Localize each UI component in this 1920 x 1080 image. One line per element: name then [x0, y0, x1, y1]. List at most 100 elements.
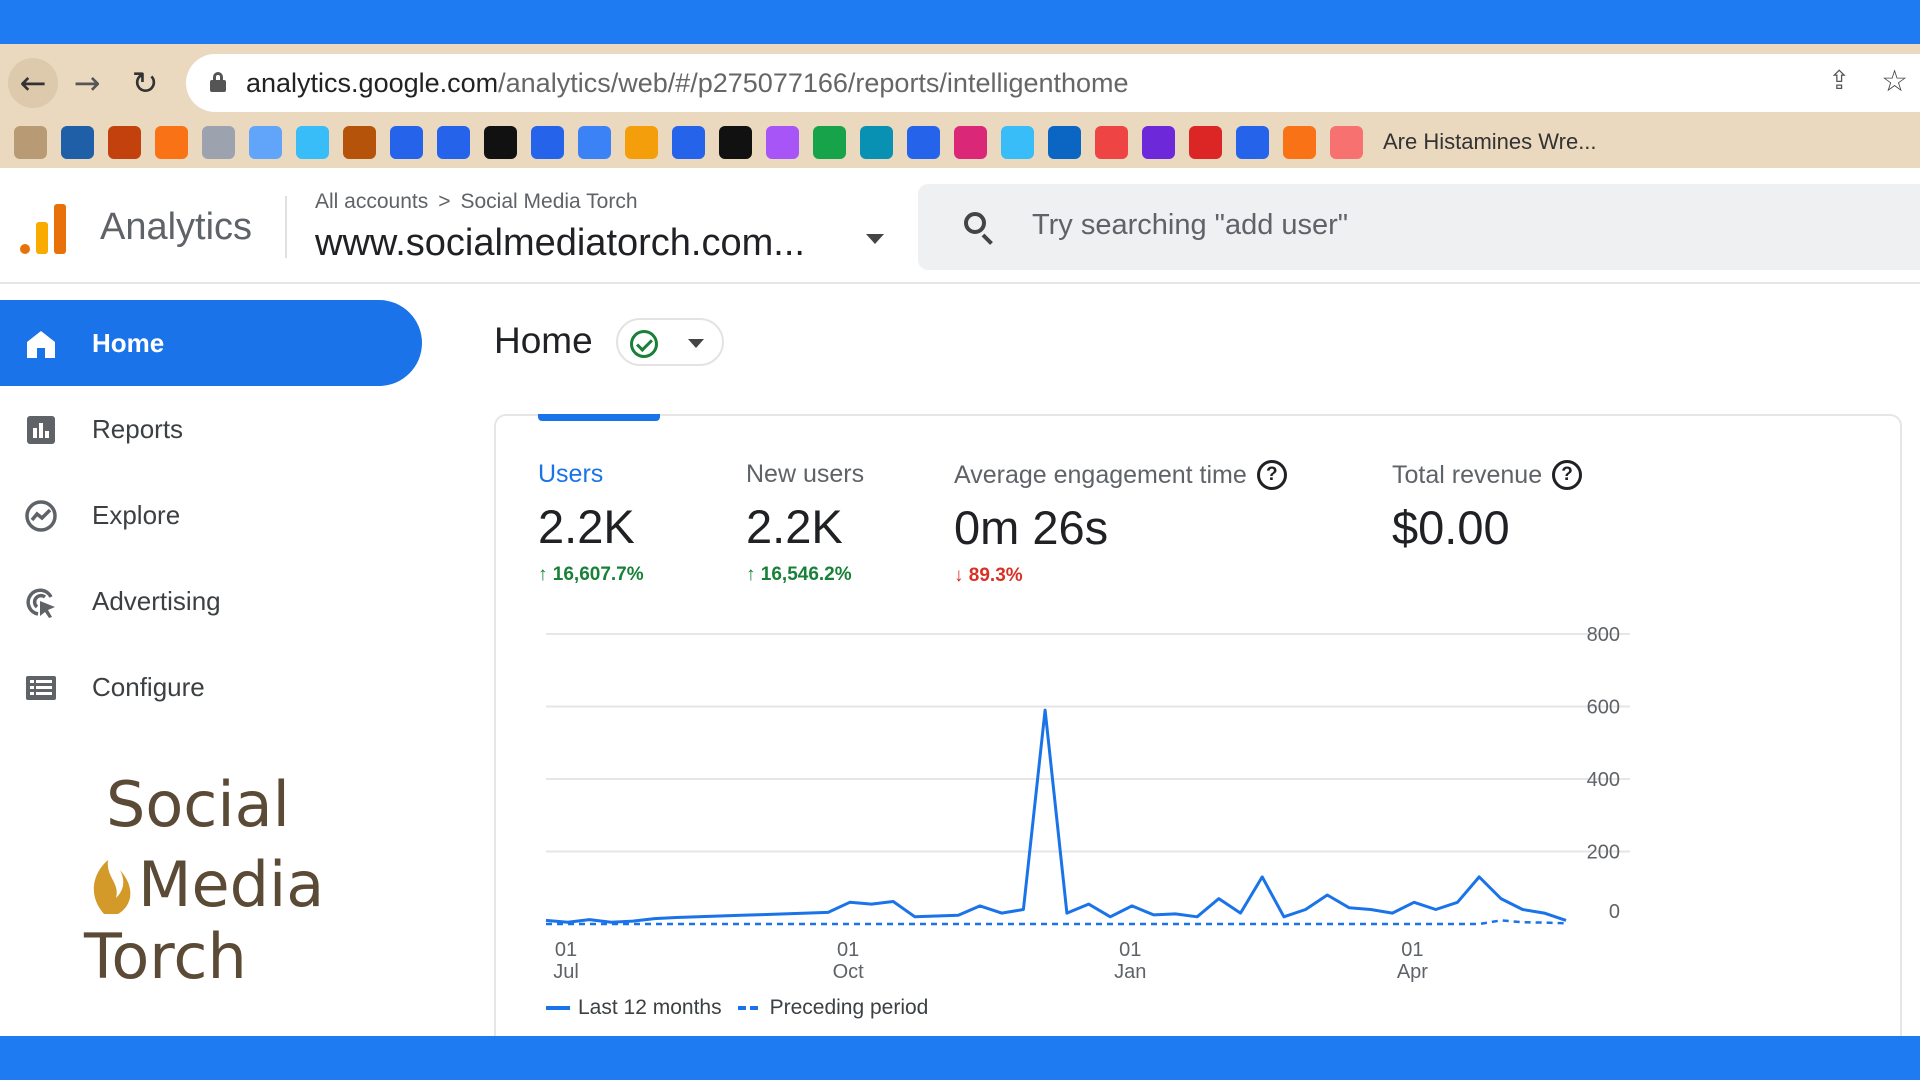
sidebar-item-label: Configure: [92, 672, 205, 702]
data-status-dropdown[interactable]: [616, 318, 724, 366]
bookmark-icon-26[interactable]: [1189, 125, 1222, 159]
bookmark-icon-21[interactable]: [954, 125, 987, 159]
logo-word-media: Media: [138, 848, 324, 921]
url-path: /analytics/web/#/p275077166/reports/inte…: [498, 68, 1129, 98]
x-tick-month: Jan: [1114, 961, 1146, 983]
bookmark-icon-16[interactable]: [719, 125, 752, 159]
arrow-right-icon: →: [73, 64, 101, 102]
sidebar-item-label: Advertising: [92, 586, 221, 616]
y-tick-label: 0: [1609, 901, 1620, 923]
bookmark-icon-5[interactable]: [202, 125, 235, 159]
analytics-logo-icon[interactable]: [20, 204, 66, 254]
bookmark-icon-1[interactable]: [14, 125, 47, 159]
bookmark-icon-19[interactable]: [860, 125, 893, 159]
bookmark-icon-23[interactable]: [1048, 125, 1081, 159]
bookmark-icon-12[interactable]: [531, 125, 564, 159]
logo-word-torch: Torch: [83, 920, 247, 984]
social-media-torch-logo: Social Media Torch: [83, 768, 324, 984]
bookmark-icon-20[interactable]: [907, 125, 940, 159]
bookmark-icon-9[interactable]: [390, 125, 423, 159]
bookmark-icon-27[interactable]: [1236, 125, 1269, 159]
torch-flame-icon: [93, 860, 131, 914]
x-tick-day: 01: [555, 939, 577, 961]
users-line-chart: 020040060080001Jul01Oct01Jan01Apr: [545, 624, 1630, 983]
analytics-header: Analytics All accounts > Social Media Torc…: [0, 168, 1920, 284]
x-tick-day: 01: [1119, 939, 1141, 961]
back-button[interactable]: ←: [8, 58, 58, 108]
bookmark-icon-3[interactable]: [108, 125, 141, 159]
main-content: Home Users 2.2K ↑ 16,607.7% New users 2.…: [440, 284, 1920, 1054]
sidebar-item-configure[interactable]: Configure: [0, 644, 422, 730]
legend-swatch-solid: [546, 1006, 570, 1010]
legend-swatch-dashed: [737, 1006, 762, 1010]
x-tick-month: Oct: [833, 961, 865, 983]
blue-frame-bottom: [0, 1036, 1920, 1080]
bookmark-icon-8[interactable]: [343, 125, 376, 159]
bookmark-icon-29[interactable]: [1330, 125, 1363, 159]
url-host: analytics.google.com: [246, 68, 499, 98]
sidebar: Home Reports Explore Advertising Configu…: [0, 284, 440, 1036]
y-tick-label: 800: [1587, 624, 1620, 646]
sidebar-item-reports[interactable]: Reports: [0, 386, 422, 472]
bookmark-icon-6[interactable]: [249, 125, 282, 159]
property-selector[interactable]: www.socialmediatorch.com...: [315, 222, 805, 265]
arrow-left-icon: ←: [19, 64, 47, 102]
bookmark-icon-22[interactable]: [1001, 125, 1034, 159]
bookmark-star-icon[interactable]: ☆: [1881, 64, 1908, 99]
sidebar-item-label: Home: [92, 328, 165, 358]
search-icon: [964, 212, 994, 245]
url-text: analytics.google.com/analytics/web/#/p27…: [246, 68, 1129, 99]
bookmark-icon-7[interactable]: [296, 125, 329, 159]
bookmark-icon-24[interactable]: [1095, 125, 1128, 159]
bookmark-icon-28[interactable]: [1283, 125, 1316, 159]
series-line-last-12-months: [545, 708, 1567, 924]
reports-icon: [27, 416, 55, 444]
address-bar[interactable]: analytics.google.com/analytics/web/#/p27…: [186, 54, 1920, 112]
home-icon: [27, 331, 55, 358]
chevron-down-icon: [688, 339, 704, 348]
chevron-down-icon[interactable]: [866, 234, 884, 244]
bookmark-label[interactable]: Are Histamines Wre...: [1383, 129, 1597, 155]
y-tick-label: 600: [1587, 697, 1620, 719]
breadcrumb[interactable]: All accounts > Social Media Torch: [315, 190, 638, 214]
sidebar-item-explore[interactable]: Explore: [0, 472, 422, 558]
chart-legend: Last 12 months Preceding period: [546, 996, 928, 1020]
sidebar-item-label: Explore: [92, 500, 181, 530]
search-placeholder: Try searching "add user": [1032, 209, 1349, 241]
bookmarks-bar: Are Histamines Wre...: [14, 122, 1920, 162]
configure-icon: [26, 676, 56, 700]
browser-toolbar: ← → ↻ analytics.google.com/analytics/web…: [0, 44, 1920, 168]
sidebar-item-label: Reports: [92, 414, 184, 444]
bookmark-icon-14[interactable]: [625, 125, 658, 159]
header-divider: [285, 196, 287, 258]
y-tick-label: 200: [1587, 842, 1620, 864]
bookmark-icon-2[interactable]: [61, 125, 94, 159]
bookmark-icon-11[interactable]: [484, 125, 517, 159]
forward-button[interactable]: →: [62, 58, 112, 108]
reload-icon: ↻: [131, 64, 159, 102]
legend-current: Last 12 months: [578, 996, 722, 1019]
bookmark-icon-10[interactable]: [437, 125, 470, 159]
breadcrumb-account[interactable]: Social Media Torch: [461, 190, 638, 213]
reload-button[interactable]: ↻: [120, 58, 170, 108]
legend-previous: Preceding period: [769, 996, 929, 1019]
lock-icon: [210, 72, 226, 92]
explore-icon: [25, 500, 57, 532]
bookmark-icon-4[interactable]: [155, 125, 188, 159]
share-icon[interactable]: ⇪: [1828, 66, 1850, 96]
bookmark-icon-13[interactable]: [578, 125, 611, 159]
sidebar-item-home[interactable]: Home: [0, 300, 422, 386]
check-circle-icon: [630, 330, 658, 358]
advertising-icon: [26, 588, 55, 618]
search-input[interactable]: Try searching "add user": [918, 184, 1920, 270]
overview-card: Users 2.2K ↑ 16,607.7% New users 2.2K ↑ …: [494, 414, 1902, 1054]
series-line-preceding-period: [546, 919, 1567, 926]
bookmark-icon-18[interactable]: [813, 125, 846, 159]
breadcrumb-root[interactable]: All accounts: [315, 190, 428, 213]
logo-word-social: Social: [106, 768, 290, 841]
bookmark-icon-25[interactable]: [1142, 125, 1175, 159]
sidebar-item-advertising[interactable]: Advertising: [0, 558, 422, 644]
blue-frame-top: [0, 0, 1920, 44]
bookmark-icon-17[interactable]: [766, 125, 799, 159]
bookmark-icon-15[interactable]: [672, 125, 705, 159]
